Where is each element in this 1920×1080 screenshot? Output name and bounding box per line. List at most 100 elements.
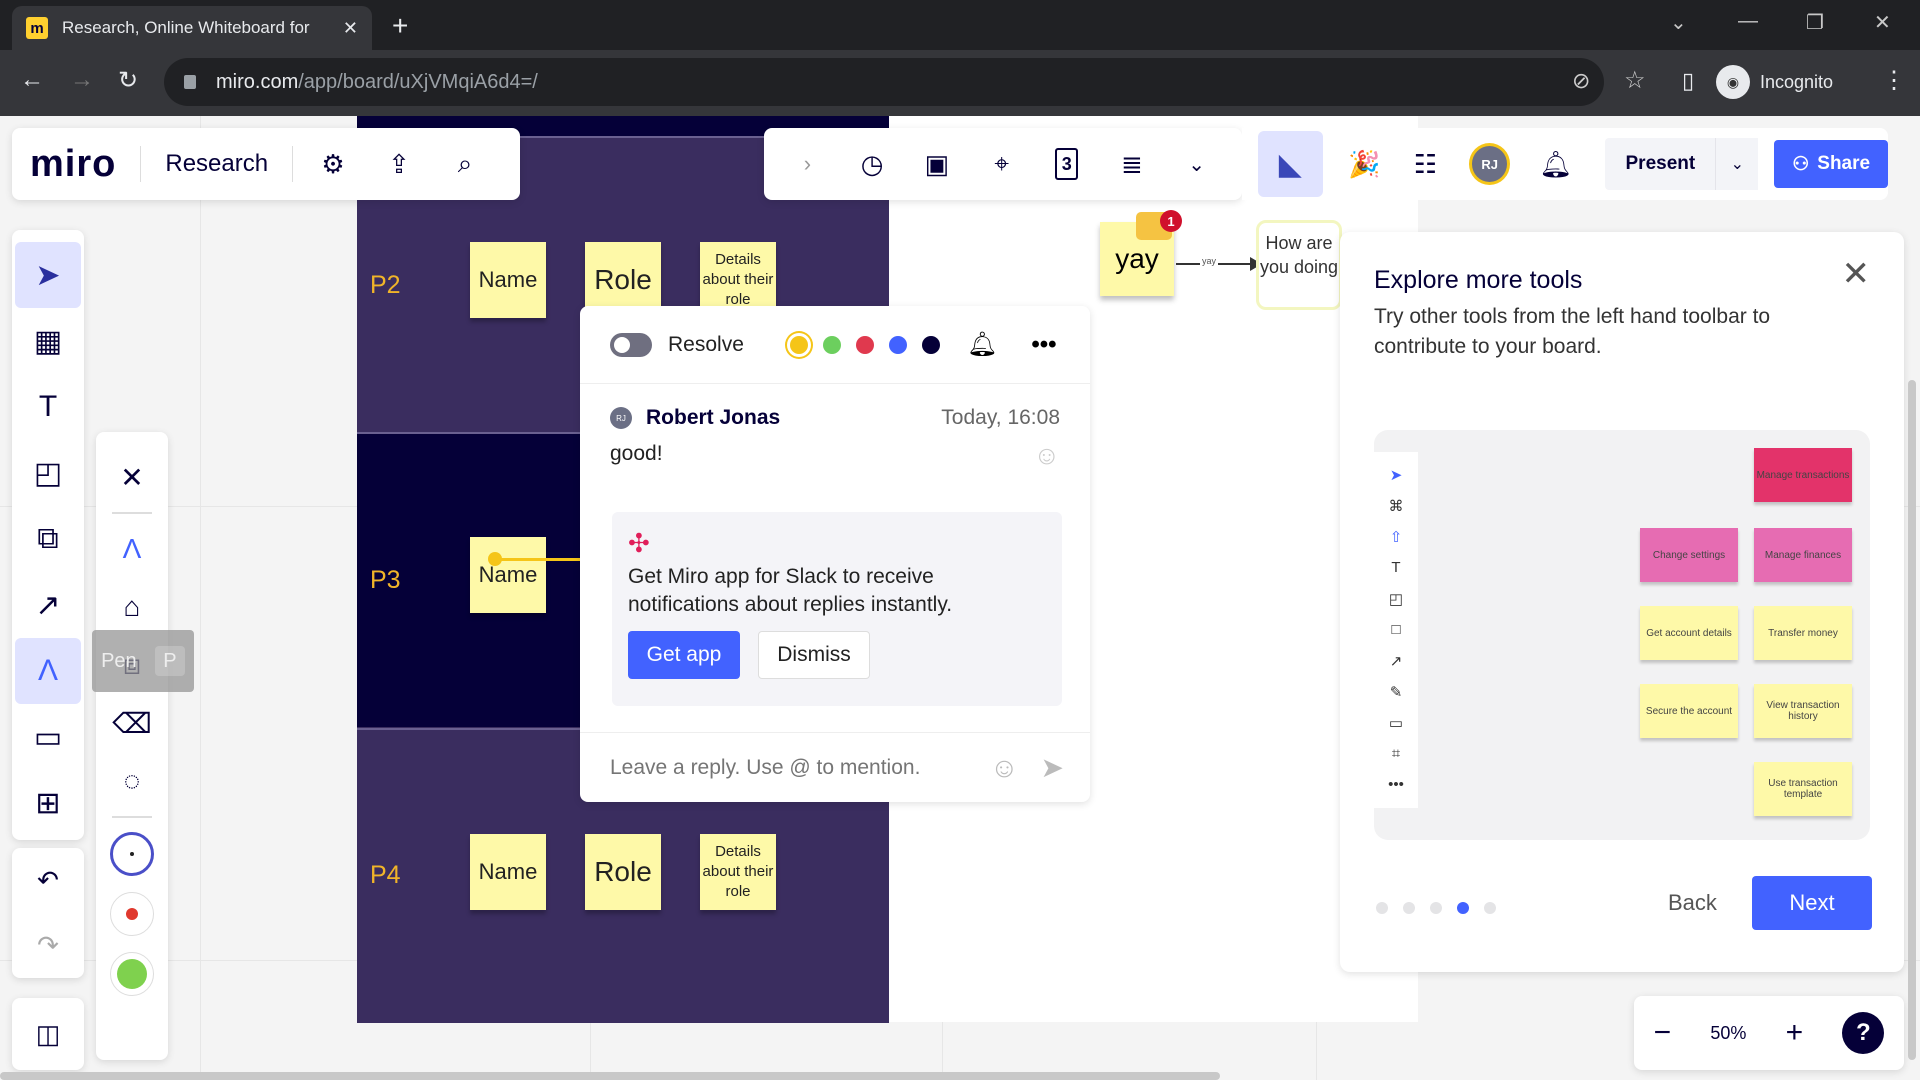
minimize-icon[interactable]: —	[1738, 10, 1758, 33]
step-dot[interactable]	[1403, 902, 1415, 914]
pen-tool-icon[interactable]: Λ	[102, 520, 162, 578]
zoom-level[interactable]: 50%	[1710, 1023, 1746, 1044]
step-dot[interactable]	[1484, 902, 1496, 914]
select-cursor-icon[interactable]: ➤	[15, 242, 81, 308]
highlighter-icon[interactable]: ⌂	[102, 578, 162, 636]
reactions-cursor-icon[interactable]: ◣	[1258, 131, 1323, 197]
board-name[interactable]: Research	[165, 150, 268, 178]
shapes-icon[interactable]: ⧉	[15, 506, 81, 572]
sticky-note-icon[interactable]: ◰	[15, 440, 81, 506]
present-dropdown-chevron-icon[interactable]: ⌄	[1715, 138, 1759, 190]
url-path: /app/board/uXjVMqiA6d4=/	[298, 70, 538, 93]
comment-color-black[interactable]	[921, 335, 940, 354]
share-label: Share	[1817, 153, 1871, 174]
reply-input[interactable]	[610, 755, 990, 780]
browser-menu-icon[interactable]: ⋮	[1882, 66, 1906, 95]
help-icon[interactable]: ?	[1842, 1012, 1885, 1054]
sticky-note[interactable]: Details about their role	[700, 834, 776, 910]
frames-panel-toggle[interactable]: ◫	[12, 998, 84, 1070]
redo-icon[interactable]: ↷	[15, 913, 81, 978]
board-header: miro Research ⚙ ⇪ ⌕	[12, 128, 520, 200]
preview-sticky: Transfer money	[1754, 606, 1852, 660]
collapse-chevron-icon[interactable]: ›	[788, 144, 827, 184]
add-apps-icon[interactable]: ⊞	[15, 770, 81, 836]
export-upload-icon[interactable]: ⇪	[379, 144, 419, 184]
comment-color-yellow[interactable]	[789, 335, 808, 354]
templates-icon[interactable]: ▦	[15, 308, 81, 374]
more-tools-chevron-icon[interactable]: ⌄	[1177, 144, 1216, 184]
sticky-note[interactable]: Role	[585, 834, 661, 910]
star-icon[interactable]: ☆	[1624, 66, 1646, 95]
browser-tab[interactable]: m Research, Online Whiteboard for ✕	[12, 6, 372, 50]
restore-icon[interactable]: ❐	[1806, 10, 1824, 35]
comment-color-red[interactable]	[855, 335, 874, 354]
comments-list-icon[interactable]: ☷	[1406, 144, 1445, 184]
comment-icon[interactable]: ▭	[15, 704, 81, 770]
back-icon[interactable]: ←	[20, 66, 44, 94]
pen-icon[interactable]: Λ	[15, 638, 81, 704]
zoom-in-icon[interactable]: +	[1786, 1016, 1804, 1050]
step-dot[interactable]	[1376, 902, 1388, 914]
dismiss-button[interactable]: Dismiss	[758, 631, 870, 679]
incognito-badge[interactable]: ◉ Incognito	[1716, 62, 1833, 102]
share-button[interactable]: ⚇ Share	[1774, 140, 1888, 188]
preview-sticky: Get account details	[1640, 606, 1738, 660]
eye-off-icon[interactable]: ⊘	[1572, 68, 1590, 94]
user-avatar[interactable]: RJ	[1469, 143, 1511, 185]
vertical-scrollbar[interactable]	[1908, 380, 1916, 1060]
arrow-line-icon[interactable]: ↗	[15, 572, 81, 638]
send-icon[interactable]: ➤	[1041, 751, 1064, 784]
notification-bell-icon[interactable]: 🔔︎	[967, 330, 997, 359]
eraser-icon[interactable]: ⌫	[102, 694, 162, 752]
notifications-bell-icon[interactable]: 🔔︎	[1536, 144, 1575, 184]
attention-focus-icon[interactable]: ⌖	[982, 144, 1021, 184]
close-window-icon[interactable]: ✕	[1874, 10, 1891, 35]
stroke-size-swatch[interactable]	[110, 832, 154, 876]
new-tab-button[interactable]: +	[392, 10, 408, 42]
back-button[interactable]: Back	[1668, 890, 1717, 916]
video-chat-icon[interactable]: ▣	[918, 144, 957, 184]
horizontal-scrollbar[interactable]	[0, 1072, 1220, 1080]
step-dot[interactable]	[1430, 902, 1442, 914]
resolve-toggle[interactable]	[610, 332, 652, 357]
zoom-out-icon[interactable]: −	[1654, 1016, 1672, 1050]
settings-gear-icon[interactable]: ⚙	[313, 144, 353, 184]
incognito-label: Incognito	[1760, 71, 1834, 92]
celebrate-icon[interactable]: 🎉	[1345, 144, 1384, 184]
zoom-controls: − 50% + ?	[1634, 996, 1904, 1070]
comment-color-green[interactable]	[822, 335, 841, 354]
address-bar[interactable]: miro.com /app/board/uXjVMqiA6d4=/ ⊘ ☆	[164, 58, 1646, 106]
color-swatch-green[interactable]	[110, 952, 154, 996]
more-options-icon[interactable]: •••	[1031, 331, 1056, 359]
next-button[interactable]: Next	[1752, 876, 1872, 930]
emoji-icon[interactable]: ☺	[990, 752, 1019, 784]
comment-color-blue[interactable]	[888, 335, 907, 354]
get-app-button[interactable]: Get app	[628, 631, 740, 679]
notes-icon[interactable]: ≣	[1112, 144, 1151, 184]
search-icon[interactable]: ⌕	[445, 144, 485, 184]
reload-icon[interactable]: ↻	[118, 66, 138, 95]
color-swatch-red[interactable]	[110, 892, 154, 936]
sticky-note[interactable]: Name	[470, 242, 546, 318]
voting-icon[interactable]: 3	[1055, 148, 1079, 180]
undo-icon[interactable]: ↶	[15, 848, 81, 913]
comment-count: 1	[1160, 210, 1182, 232]
timer-icon[interactable]: ◷	[853, 144, 892, 184]
text-icon[interactable]: T	[15, 374, 81, 440]
card-how-are-you[interactable]: How are you doing	[1256, 220, 1342, 310]
step-dot[interactable]	[1457, 902, 1469, 914]
lasso-icon[interactable]: ◌	[102, 752, 162, 810]
sidebar-icon[interactable]: ▯	[1682, 68, 1694, 94]
close-tab-icon[interactable]: ✕	[343, 18, 358, 39]
sticky-note[interactable]: Name	[470, 834, 546, 910]
miro-logo[interactable]: miro	[30, 143, 116, 186]
present-button[interactable]: Present	[1605, 138, 1716, 190]
sticky-note[interactable]: Name	[470, 537, 546, 613]
reply-row: ☺ ➤	[580, 732, 1090, 802]
add-reaction-icon[interactable]: ☺	[1033, 440, 1060, 471]
tab-search-icon[interactable]: ⌄	[1670, 10, 1687, 35]
close-icon[interactable]: ✕	[102, 448, 162, 506]
close-icon[interactable]: ✕	[1842, 254, 1871, 294]
preview-line-icon: ↗	[1389, 653, 1403, 670]
forward-icon[interactable]: →	[70, 66, 94, 94]
